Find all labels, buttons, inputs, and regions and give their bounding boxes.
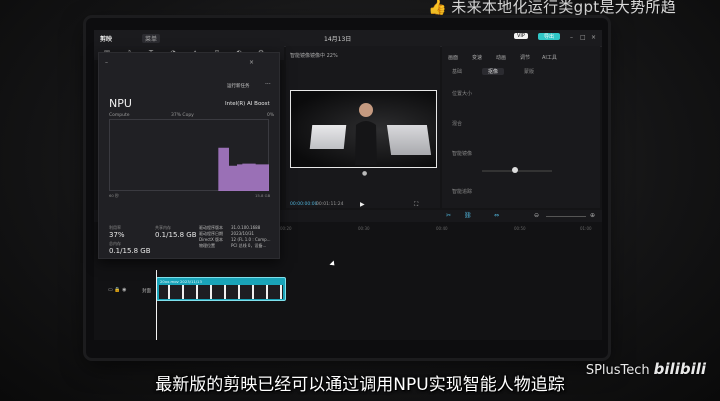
subtab-mask[interactable]: 蒙版 xyxy=(524,68,534,75)
graph-memory-label: 15.8 GB xyxy=(255,193,271,198)
graph-time-label: 60 秒 xyxy=(109,193,119,198)
thumbs-up-icon: 👍 xyxy=(428,0,448,16)
tab-animation[interactable]: 动画 xyxy=(496,54,506,61)
tracking-dot-icon[interactable]: ● xyxy=(362,170,367,177)
detail-value: 12 (FL 1.0 : Comp... xyxy=(231,237,271,242)
vip-badge[interactable]: VIP xyxy=(514,33,528,39)
tab-picture[interactable]: 画面 xyxy=(448,54,458,61)
video-clip[interactable]: 20xx.mov 2023/11/13 xyxy=(156,277,286,301)
npu-engine-copy: 37% Copy xyxy=(171,113,194,118)
app-logo: 剪映 xyxy=(100,36,113,43)
playhead[interactable] xyxy=(156,270,157,340)
npu-usage-area xyxy=(109,147,269,191)
editor-titlebar: 剪映 菜单 14月13日 VIP 导出 – □ × xyxy=(94,30,602,47)
current-timecode: 00:00:00:00 xyxy=(290,202,318,207)
task-manager-window: 运行新任务 ··· – × NPU Intel(R) AI Boost Comp… xyxy=(98,52,280,259)
zoom-out-icon[interactable]: ⊖ xyxy=(534,212,539,219)
detail-label: 物理位置 xyxy=(199,243,215,248)
bilibili-logo: bilibili xyxy=(653,360,706,378)
export-button[interactable]: 导出 xyxy=(538,33,561,40)
slider-handle[interactable] xyxy=(512,167,518,173)
window-minimize-icon[interactable]: – xyxy=(105,59,108,66)
detail-value: 31.0.100.1688 xyxy=(231,225,261,230)
total-timecode: 00:01:11:24 xyxy=(316,202,344,207)
clip-label: 20xx.mov 2023/11/13 xyxy=(160,279,202,284)
zoom-in-icon[interactable]: ⊕ xyxy=(590,212,595,219)
track-cover-label[interactable]: 封面 xyxy=(142,288,151,294)
clip-thumbnails xyxy=(159,285,283,299)
stat-utilization-value: 37% xyxy=(109,231,125,239)
laptop-image-left xyxy=(309,125,347,149)
channel-watermark: SPlusTech bilibili xyxy=(586,360,706,378)
window-close-icon[interactable]: × xyxy=(249,59,254,66)
preview-video[interactable] xyxy=(290,90,437,168)
close-icon[interactable]: × xyxy=(591,34,596,41)
tab-ai-tools[interactable]: AI工具 xyxy=(542,54,557,61)
npu-usage-graph xyxy=(109,119,269,191)
minimize-icon[interactable]: – xyxy=(570,34,573,41)
ai-cut-icon[interactable]: ✂ xyxy=(446,212,451,219)
zoom-slider[interactable] xyxy=(546,216,586,217)
maximize-icon[interactable]: □ xyxy=(580,34,586,41)
presenter-figure xyxy=(355,103,377,165)
channel-name: SPlusTech xyxy=(585,363,650,378)
tab-speed[interactable]: 变速 xyxy=(472,54,482,61)
link-icon[interactable]: ⛓ xyxy=(464,212,472,219)
preview-panel: 智能镜像镜像中 22% ● 00:00:00:00 00:01:11:24 ▶ … xyxy=(286,46,440,208)
preview-status: 智能镜像镜像中 22% xyxy=(290,53,338,59)
npu-engine-compute: Compute xyxy=(109,113,130,118)
fullscreen-icon[interactable]: ⛶ xyxy=(414,201,418,209)
track-lock-icon[interactable]: ▭ 🔒 ◉ xyxy=(108,287,127,293)
prop-smart-tracking[interactable]: 智能追踪 xyxy=(452,188,472,195)
npu-chip-name: Intel(R) AI Boost xyxy=(225,101,270,107)
subtab-basic[interactable]: 基础 xyxy=(452,68,462,75)
npu-title: NPU xyxy=(109,97,132,110)
more-options-icon[interactable]: ··· xyxy=(265,81,271,88)
npu-copy-pct: 0% xyxy=(267,113,275,118)
project-title: 14月13日 xyxy=(324,36,352,43)
detail-value: PCI 总线 0，设备... xyxy=(231,243,267,248)
detail-value: 2023/10/31 xyxy=(231,231,255,236)
prop-smart-mirror[interactable]: 智能镜像 xyxy=(452,150,472,157)
prop-blend[interactable]: 混合 xyxy=(452,120,462,127)
npu-usage-chart xyxy=(109,119,269,191)
tab-adjust[interactable]: 调节 xyxy=(520,54,530,61)
play-icon[interactable]: ▶ xyxy=(360,201,365,208)
properties-panel: 画面 变速 动画 调节 AI工具 基础 抠像 蒙版 位置大小 混合 智能镜像 智… xyxy=(442,46,600,208)
prop-position-size[interactable]: 位置大小 xyxy=(452,90,472,97)
laptop-image-right xyxy=(386,125,432,155)
run-new-task-button[interactable]: 运行新任务 xyxy=(227,83,250,89)
subtab-cutout[interactable]: 抠像 xyxy=(482,68,505,75)
menu-button[interactable]: 菜单 xyxy=(142,34,161,43)
stat-shared-memory-value: 0.1/15.8 GB xyxy=(155,231,197,239)
stat-total-memory-value: 0.1/15.8 GB xyxy=(109,247,151,255)
video-top-caption: 👍 未来本地化运行类gpt是大势所趋 xyxy=(428,0,676,16)
snap-icon[interactable]: ⇔ xyxy=(494,212,499,219)
